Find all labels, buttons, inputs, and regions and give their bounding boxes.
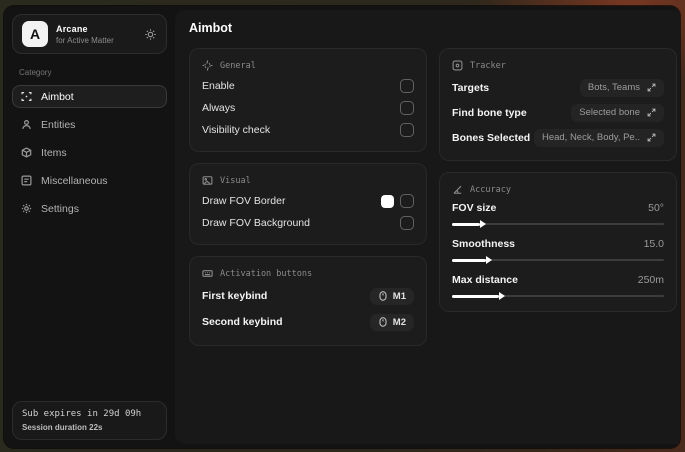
app-subtitle: for Active Matter — [56, 35, 114, 45]
max-distance-value: 250m — [637, 274, 664, 286]
setting-row-draw-fov-background: Draw FOV Background — [202, 212, 414, 234]
tracker-box-icon — [452, 60, 463, 71]
setting-row-targets: Targets Bots, Teams — [452, 75, 664, 100]
slider-fill — [452, 220, 486, 228]
setting-row-enable: Enable — [202, 75, 414, 97]
enable-checkbox[interactable] — [400, 79, 414, 93]
sidebar-item-miscellaneous[interactable]: Miscellaneous — [12, 169, 167, 192]
max-distance-slider-group: Max distance 250m — [452, 271, 664, 300]
setting-row-visibility-check: Visibility check — [202, 119, 414, 141]
max-distance-slider[interactable] — [452, 292, 664, 300]
items-cube-icon — [21, 147, 32, 158]
setting-row-bones-selected: Bones Selected Head, Neck, Body, Pe.. — [452, 125, 664, 150]
section-title: General — [220, 60, 256, 71]
main-panel: Aimbot General Enable Always Visibility … — [175, 10, 680, 444]
setting-row-second-keybind: Second keybind M2 — [202, 309, 414, 335]
sidebar-item-settings[interactable]: Settings — [12, 197, 167, 220]
setting-row-draw-fov-border: Draw FOV Border — [202, 190, 414, 212]
sidebar-item-label: Settings — [41, 202, 79, 215]
app-title: Arcane — [56, 23, 88, 34]
targets-dropdown[interactable]: Bots, Teams — [579, 78, 664, 97]
draw-fov-border-checkbox[interactable] — [400, 194, 414, 208]
fov-size-slider[interactable] — [452, 220, 664, 228]
session-duration-text: Session duration 22s — [22, 423, 103, 432]
sidebar-item-label: Aimbot — [41, 90, 74, 103]
slider-fill — [452, 292, 505, 300]
expand-icon — [647, 108, 656, 117]
second-keybind-button[interactable]: M2 — [369, 313, 414, 331]
image-icon — [202, 175, 213, 186]
left-column: General Enable Always Visibility check V… — [189, 48, 427, 346]
section-title: Visual — [220, 175, 251, 186]
sidebar: A Arcane for Active Matter Category Aimb… — [4, 6, 175, 448]
setting-row-find-bone-type: Find bone type Selected bone — [452, 100, 664, 125]
sidebar-item-items[interactable]: Items — [12, 141, 167, 164]
cheat-menu-window: A Arcane for Active Matter Category Aimb… — [4, 6, 680, 448]
angle-icon — [452, 184, 463, 195]
accuracy-section: Accuracy FOV size 50° Smoothness 15.0 Ma… — [439, 172, 677, 312]
section-title: Tracker — [470, 60, 506, 71]
draw-fov-background-checkbox[interactable] — [400, 216, 414, 230]
activation-buttons-section: Activation buttons First keybind M1 Seco… — [189, 256, 427, 346]
general-section: General Enable Always Visibility check — [189, 48, 427, 152]
setting-row-first-keybind: First keybind M1 — [202, 283, 414, 309]
bones-selected-dropdown[interactable]: Head, Neck, Body, Pe.. — [533, 128, 664, 147]
sidebar-item-aimbot[interactable]: Aimbot — [12, 85, 167, 108]
mouse-icon — [378, 291, 388, 301]
visibility-check-checkbox[interactable] — [400, 123, 414, 137]
game-background: A Arcane for Active Matter Category Aimb… — [0, 0, 685, 452]
visual-section: Visual Draw FOV Border Draw FOV Backgrou… — [189, 163, 427, 245]
fov-size-value: 50° — [648, 202, 664, 214]
sub-expires-text: Sub expires in 29d 09h — [22, 409, 142, 419]
always-checkbox[interactable] — [400, 101, 414, 115]
section-title: Activation buttons — [220, 268, 313, 279]
fov-size-slider-group: FOV size 50° — [452, 199, 664, 228]
sidebar-item-label: Items — [41, 146, 67, 159]
right-column: Tracker Targets Bots, Teams Find bone ty… — [439, 48, 677, 346]
sidebar-header: A Arcane for Active Matter — [12, 14, 167, 54]
crosshair-icon — [202, 60, 213, 71]
expand-icon — [647, 83, 656, 92]
section-title: Accuracy — [470, 184, 511, 195]
sidebar-item-label: Entities — [41, 118, 76, 131]
miscellaneous-list-icon — [21, 175, 32, 186]
sidebar-item-entities[interactable]: Entities — [12, 113, 167, 136]
category-label: Category — [19, 68, 52, 77]
tracker-section: Tracker Targets Bots, Teams Find bone ty… — [439, 48, 677, 161]
slider-fill — [452, 256, 492, 264]
entities-person-icon — [21, 119, 32, 130]
page-title: Aimbot — [189, 21, 233, 35]
mouse-icon — [378, 317, 388, 327]
sidebar-item-label: Miscellaneous — [41, 174, 108, 187]
subscription-info-box: Sub expires in 29d 09h Session duration … — [12, 401, 167, 440]
smoothness-value: 15.0 — [643, 238, 664, 250]
fov-border-color-swatch[interactable] — [381, 194, 394, 208]
setting-row-always: Always — [202, 97, 414, 119]
smoothness-slider[interactable] — [452, 256, 664, 264]
smoothness-slider-group: Smoothness 15.0 — [452, 235, 664, 264]
keyboard-icon — [202, 268, 213, 279]
settings-gear-icon[interactable] — [144, 28, 157, 41]
aimbot-scan-icon — [21, 91, 32, 102]
first-keybind-button[interactable]: M1 — [369, 287, 414, 305]
app-logo: A — [22, 21, 48, 47]
find-bone-type-dropdown[interactable]: Selected bone — [571, 103, 664, 122]
expand-icon — [647, 133, 656, 142]
settings-gear-icon — [21, 203, 32, 214]
